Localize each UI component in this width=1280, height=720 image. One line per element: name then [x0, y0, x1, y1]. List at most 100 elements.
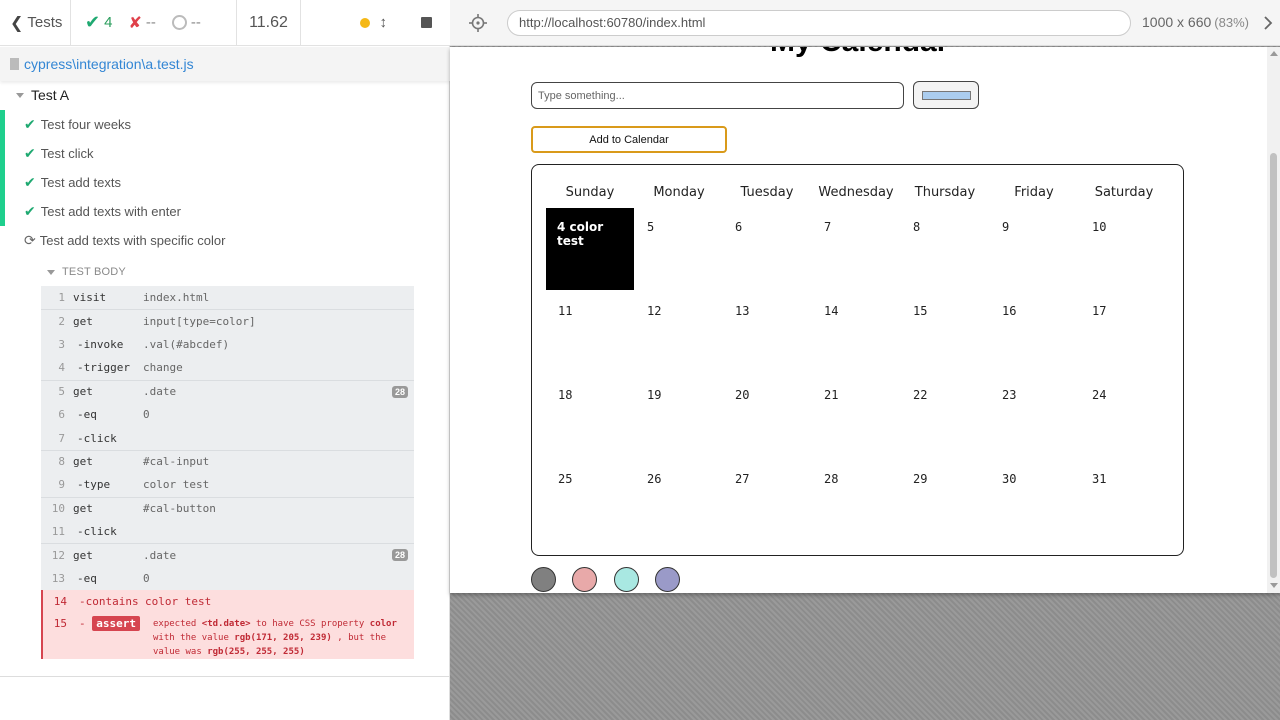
calendar-date-cell[interactable]: 21: [812, 376, 900, 458]
test-body-header[interactable]: TEST BODY: [47, 266, 126, 278]
file-icon: [10, 58, 19, 70]
add-to-calendar-button[interactable]: Add to Calendar: [531, 126, 727, 153]
command-row-failed[interactable]: 14 -contains color test: [43, 590, 414, 614]
color-swatch: [922, 91, 971, 100]
command-row[interactable]: 6 -eq 0: [41, 403, 414, 426]
assert-row-failed[interactable]: 15 - assert expected <td.date> to have C…: [43, 613, 414, 660]
command-row[interactable]: 12 get .date 28: [41, 543, 414, 566]
command-row[interactable]: 4 -trigger change: [41, 356, 414, 379]
command-log: 1 visit index.html 2 get input[type=color] 3…: [41, 286, 414, 660]
color-option-pink[interactable]: [572, 567, 597, 592]
command-name: -type: [77, 478, 111, 492]
command-number: 7: [58, 431, 65, 445]
day-header: Thursday: [914, 185, 976, 200]
zoom-level: (83%): [1214, 15, 1249, 30]
test-item[interactable]: ✔ Test four weeks: [24, 116, 131, 133]
day-header: Wednesday: [818, 185, 894, 200]
calendar-date-cell[interactable]: 8: [901, 208, 989, 290]
calendar-date-cell[interactable]: 15: [901, 292, 989, 374]
test-item-running[interactable]: ⟳ Test add texts with specific color: [24, 232, 225, 249]
command-message: change: [143, 361, 183, 375]
color-option-cyan[interactable]: [614, 567, 639, 592]
calendar-date-cell[interactable]: 14: [812, 292, 900, 374]
calendar-date-cell[interactable]: 31: [1080, 460, 1168, 542]
suite-title[interactable]: Test A: [16, 87, 69, 103]
calendar-date-cell[interactable]: 30: [990, 460, 1078, 542]
selector-playground-icon[interactable]: [469, 14, 487, 32]
command-row[interactable]: 10 get #cal-button: [41, 496, 414, 520]
command-name: get: [73, 385, 93, 399]
color-option-purple[interactable]: [655, 567, 680, 592]
chevron-left-icon: ❮: [10, 14, 24, 32]
calendar-date-cell[interactable]: 7: [812, 208, 900, 290]
calendar-date-cell[interactable]: 10: [1080, 208, 1168, 290]
auto-scroll-toggle-icon[interactable]: ↕: [380, 14, 388, 31]
color-option-gray[interactable]: [531, 567, 556, 592]
suite-title-label: Test A: [31, 87, 70, 103]
calendar-date-cell[interactable]: 18: [546, 376, 634, 458]
calendar-date-cell[interactable]: 12: [635, 292, 723, 374]
calendar-date-cell[interactable]: 11: [546, 292, 634, 374]
reporter-panel: ❮ Tests ✔ 4 ✘ -- -- 11.62 ↕ cypress\integr…: [0, 0, 450, 720]
scroll-down-icon[interactable]: [1270, 583, 1278, 588]
calendar-date-cell[interactable]: 27: [723, 460, 811, 542]
error-text: to have CSS property: [255, 619, 365, 630]
calendar-date-cell[interactable]: 17: [1080, 292, 1168, 374]
command-row[interactable]: 1 visit index.html: [41, 286, 414, 309]
command-name: get: [73, 455, 93, 469]
passed-count: 4: [104, 14, 113, 31]
calendar-date-cell[interactable]: 16: [990, 292, 1078, 374]
info-icon[interactable]: [1262, 15, 1274, 31]
test-item[interactable]: ✔ Test click: [24, 145, 93, 162]
calendar-date-cell[interactable]: 23: [990, 376, 1078, 458]
test-item[interactable]: ✔ Test add texts: [24, 174, 121, 191]
calendar-date-cell[interactable]: 5: [635, 208, 723, 290]
failed-count: --: [145, 14, 156, 31]
stop-button[interactable]: [421, 17, 432, 28]
url-field[interactable]: http://localhost:60780/index.html: [507, 10, 1131, 36]
back-to-tests-button[interactable]: ❮ Tests: [0, 0, 71, 46]
calendar-date-cell[interactable]: 20: [723, 376, 811, 458]
passed-indicator-bar: [0, 110, 5, 226]
calendar-date-cell[interactable]: 25: [546, 460, 634, 542]
assert-prefix: -: [79, 617, 86, 631]
check-icon: ✔: [24, 145, 36, 161]
command-number: 8: [58, 455, 65, 469]
error-text: expected: [153, 619, 197, 630]
calendar-date-cell[interactable]: 26: [635, 460, 723, 542]
calendar-date-cell[interactable]: 28: [812, 460, 900, 542]
test-label: Test click: [40, 146, 94, 161]
runner-controls: ↕: [301, 0, 450, 46]
command-number: 13: [51, 571, 65, 585]
test-stats: ✔ 4 ✘ -- --: [71, 0, 237, 46]
calendar-grid: Sunday Monday Tuesday Wednesday Thursday Frid…: [531, 164, 1184, 556]
calendar-date-cell[interactable]: 13: [723, 292, 811, 374]
command-row[interactable]: 5 get .date 28: [41, 379, 414, 403]
back-label: Tests: [27, 14, 63, 31]
calendar-date-cell[interactable]: 4 color test: [546, 208, 634, 290]
command-number: 6: [58, 408, 65, 422]
calendar-date-cell[interactable]: 6: [723, 208, 811, 290]
caret-down-icon: [16, 92, 24, 98]
calendar-date-cell[interactable]: 24: [1080, 376, 1168, 458]
command-row[interactable]: 7 -click: [41, 426, 414, 449]
command-row[interactable]: 9 -type color test: [41, 473, 414, 496]
spec-file-bar: cypress\integration\a.test.js: [0, 47, 450, 81]
scrollbar[interactable]: [1267, 47, 1280, 593]
command-row[interactable]: 3 -invoke .val(#abcdef): [41, 333, 414, 356]
calendar-date-cell[interactable]: 22: [901, 376, 989, 458]
test-item[interactable]: ✔ Test add texts with enter: [24, 203, 181, 220]
calendar-date-cell[interactable]: 29: [901, 460, 989, 542]
command-row[interactable]: 8 get #cal-input: [41, 449, 414, 473]
calendar-date-cell[interactable]: 19: [635, 376, 723, 458]
command-row[interactable]: 2 get input[type=color]: [41, 309, 414, 332]
command-row[interactable]: 13 -eq 0: [41, 567, 414, 590]
calendar-text-input[interactable]: [531, 82, 904, 109]
calendar-date-cell[interactable]: 9: [990, 208, 1078, 290]
command-row[interactable]: 11 -click: [41, 520, 414, 543]
spec-path-link[interactable]: cypress\integration\a.test.js: [24, 56, 194, 72]
check-icon: ✔: [24, 174, 36, 190]
scrollbar-thumb[interactable]: [1270, 153, 1277, 578]
color-picker[interactable]: [913, 81, 979, 109]
scroll-up-icon[interactable]: [1270, 51, 1278, 56]
